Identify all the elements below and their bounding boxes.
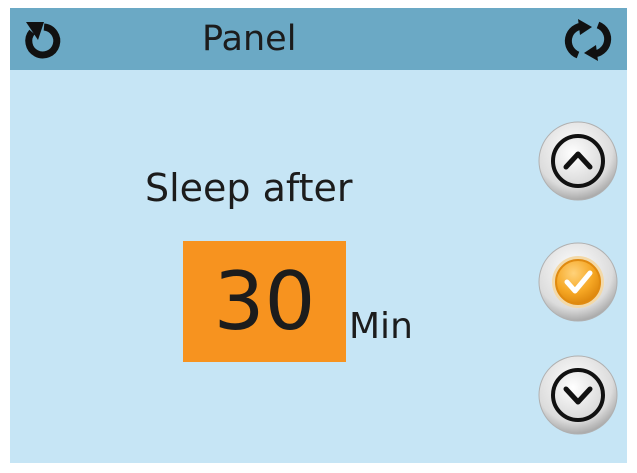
sleep-unit-label: Min [349, 306, 413, 347]
decrease-button[interactable] [537, 354, 619, 436]
refresh-icon [564, 19, 612, 61]
chevron-up-icon [538, 121, 618, 201]
panel-screen: Panel Sleep after 30 Min [10, 8, 627, 463]
increase-button[interactable] [537, 120, 619, 202]
back-button[interactable] [20, 18, 64, 62]
checkmark-icon [538, 242, 618, 322]
refresh-button[interactable] [558, 17, 618, 63]
sleep-value: 30 [213, 255, 316, 348]
chevron-down-icon [538, 355, 618, 435]
confirm-button[interactable] [537, 241, 619, 323]
sleep-value-display: 30 [183, 241, 346, 362]
back-icon [25, 22, 61, 59]
header-bar: Panel [10, 8, 627, 70]
page-title: Panel [202, 19, 297, 59]
sleep-after-label: Sleep after [145, 166, 353, 210]
